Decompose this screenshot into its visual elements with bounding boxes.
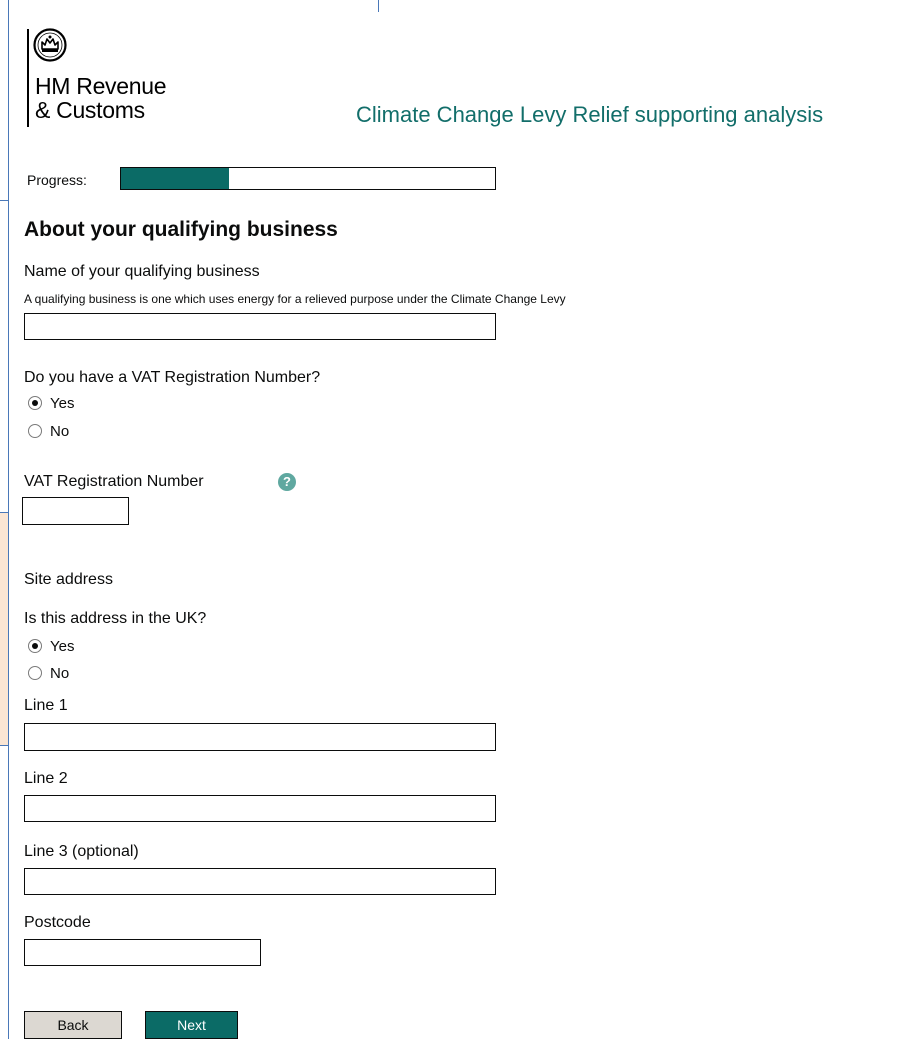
business-name-input[interactable] — [24, 313, 496, 340]
business-name-hint: A qualifying business is one which uses … — [24, 292, 566, 306]
postcode-input[interactable] — [24, 939, 261, 966]
uk-yes-option[interactable]: Yes — [28, 636, 74, 656]
page-title: About your qualifying business — [24, 218, 338, 241]
address-line1-input[interactable] — [24, 723, 496, 751]
question-mark-icon[interactable]: ? — [278, 473, 296, 491]
vat-yes-label: Yes — [50, 394, 75, 412]
vat-question-label: Do you have a VAT Registration Number? — [24, 369, 321, 386]
uk-yes-radio[interactable] — [28, 639, 42, 653]
address-line1-label: Line 1 — [24, 697, 68, 714]
vat-no-option[interactable]: No — [28, 421, 69, 441]
site-address-heading: Site address — [24, 571, 113, 588]
vat-no-radio[interactable] — [28, 424, 42, 438]
background-border-line — [0, 200, 8, 201]
address-line3-label: Line 3 (optional) — [24, 843, 139, 860]
uk-no-radio[interactable] — [28, 666, 42, 680]
business-name-label: Name of your qualifying business — [24, 263, 260, 280]
postcode-label: Postcode — [24, 914, 91, 931]
uk-no-option[interactable]: No — [28, 663, 69, 683]
uk-no-label: No — [50, 664, 70, 682]
next-button[interactable]: Next — [145, 1011, 238, 1039]
uk-question-label: Is this address in the UK? — [24, 610, 207, 627]
logo-bar — [27, 29, 29, 127]
background-border-line — [8, 0, 9, 1039]
royal-crest-icon — [33, 28, 67, 62]
app-title: Climate Change Levy Relief supporting an… — [356, 102, 824, 127]
address-line3-input[interactable] — [24, 868, 496, 895]
background-panel — [0, 512, 8, 746]
department-logo: HM Revenue & Customs — [35, 73, 167, 123]
background-border-line — [378, 0, 379, 12]
address-line2-label: Line 2 — [24, 770, 68, 787]
vat-number-label: VAT Registration Number — [24, 473, 204, 490]
progress-label: Progress: — [27, 172, 87, 188]
vat-yes-radio[interactable] — [28, 396, 42, 410]
vat-no-label: No — [50, 422, 70, 440]
logo-line-1: HM Revenue — [35, 73, 167, 99]
progress-bar — [120, 167, 496, 190]
uk-yes-label: Yes — [50, 637, 75, 655]
vat-yes-option[interactable]: Yes — [28, 393, 74, 413]
vat-number-input[interactable] — [22, 497, 129, 525]
logo-line-2: & Customs — [35, 97, 145, 123]
progress-fill — [121, 168, 230, 189]
back-button[interactable]: Back — [24, 1011, 122, 1039]
address-line2-input[interactable] — [24, 795, 496, 822]
